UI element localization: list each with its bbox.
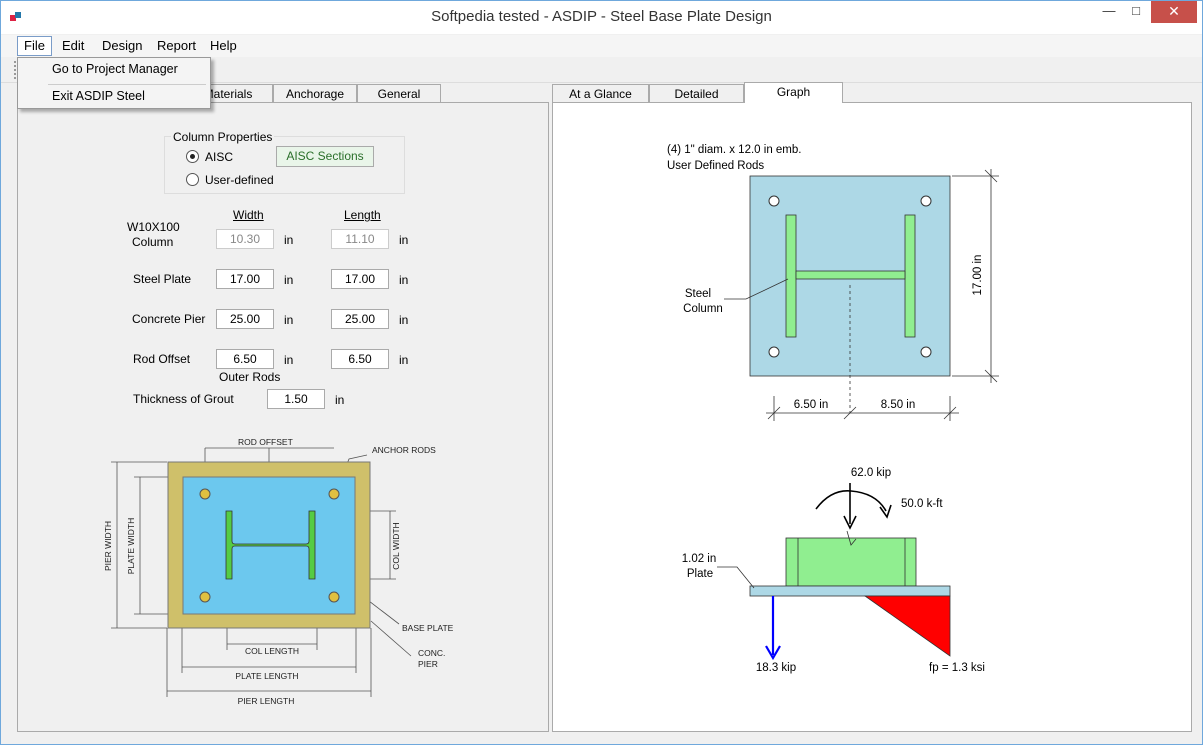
close-button[interactable]: ✕ bbox=[1151, 1, 1197, 23]
maximize-button[interactable]: □ bbox=[1123, 1, 1149, 23]
elevation-plate bbox=[749, 585, 951, 597]
steel-label: Steel bbox=[685, 288, 711, 300]
pier-length-field[interactable]: 25.00 bbox=[331, 309, 389, 329]
left-offset-dim: 6.50 in bbox=[794, 399, 829, 411]
graph-anchor-rod-icon bbox=[768, 195, 780, 207]
tab-at-a-glance[interactable]: At a Glance bbox=[552, 84, 649, 103]
width-header: Width bbox=[233, 208, 264, 222]
menu-item-exit[interactable]: Exit ASDIP Steel bbox=[52, 86, 145, 106]
steel-plate-label: Steel Plate bbox=[133, 272, 192, 286]
column-label: Column bbox=[683, 303, 723, 315]
concrete-pier-label: Concrete Pier bbox=[132, 312, 206, 326]
menu-separator bbox=[48, 84, 206, 85]
anchor-rod-icon bbox=[328, 488, 340, 500]
sketch-base-plate-label: BASE PLATE bbox=[402, 623, 454, 633]
outer-rods-label: Outer Rods bbox=[219, 370, 281, 384]
menu-design[interactable]: Design bbox=[96, 36, 148, 56]
menu-report[interactable]: Report bbox=[151, 36, 202, 56]
file-menu-dropdown: Go to Project Manager Exit ASDIP Steel bbox=[17, 57, 211, 109]
unit-label: in bbox=[399, 273, 409, 287]
axial-load-label: 62.0 kip bbox=[851, 467, 891, 479]
anchor-rod-icon bbox=[328, 591, 340, 603]
app-window: Softpedia tested - ASDIP - Steel Base Pl… bbox=[0, 0, 1203, 745]
plate-thickness-label: 1.02 in bbox=[682, 553, 717, 565]
title-bar: Softpedia tested - ASDIP - Steel Base Pl… bbox=[1, 1, 1202, 34]
unit-label: in bbox=[284, 273, 294, 287]
unit-label: in bbox=[284, 353, 294, 367]
right-offset-dim: 8.50 in bbox=[881, 399, 916, 411]
graph-view: (4) 1" diam. x 12.0 in emb. User Defined… bbox=[667, 144, 999, 674]
rod-offset-length-field[interactable]: 6.50 bbox=[331, 349, 389, 369]
tension-label: 18.3 kip bbox=[756, 662, 796, 674]
plate-height-dim: 17.00 in bbox=[972, 255, 984, 296]
sketch-pier-label: PIER bbox=[418, 659, 438, 669]
grout-thickness-label: Thickness of Grout bbox=[133, 392, 234, 406]
menu-bar: File Edit Design Report Help bbox=[1, 35, 1202, 57]
window-title: Softpedia tested - ASDIP - Steel Base Pl… bbox=[431, 8, 772, 25]
graph-column-web bbox=[795, 270, 906, 280]
tab-anchorage[interactable]: Anchorage bbox=[273, 84, 357, 103]
anchor-rod-icon bbox=[199, 488, 211, 500]
sketch-col-length-label: COL LENGTH bbox=[245, 646, 299, 656]
user-defined-radio[interactable] bbox=[186, 173, 199, 186]
rod-offset-width-field[interactable]: 6.50 bbox=[216, 349, 274, 369]
bearing-pressure-diagram bbox=[863, 595, 951, 657]
column-section-label: W10X100 bbox=[127, 220, 180, 234]
aisc-radio-label: AISC bbox=[205, 150, 234, 164]
unit-label: in bbox=[284, 233, 294, 247]
sketch-conc-label: CONC. bbox=[418, 648, 445, 658]
plate-length-field[interactable]: 17.00 bbox=[331, 269, 389, 289]
moment-label: 50.0 k-ft bbox=[901, 498, 943, 510]
bearing-pressure-label: fp = 1.3 ksi bbox=[929, 662, 985, 674]
plate-width-field[interactable]: 17.00 bbox=[216, 269, 274, 289]
rods-description: (4) 1" diam. x 12.0 in emb. bbox=[667, 144, 801, 156]
graph-column-flange bbox=[904, 214, 916, 338]
length-header: Length bbox=[344, 208, 381, 222]
unit-label: in bbox=[284, 313, 294, 327]
graph-anchor-rod-icon bbox=[920, 195, 932, 207]
aisc-radio[interactable] bbox=[186, 150, 199, 163]
minimize-button[interactable]: — bbox=[1096, 1, 1122, 23]
plate-label: Plate bbox=[687, 568, 713, 580]
column-width-field[interactable]: 10.30 bbox=[216, 229, 274, 249]
column-length-field[interactable]: 11.10 bbox=[331, 229, 389, 249]
tab-general[interactable]: General bbox=[357, 84, 441, 103]
aisc-sections-button[interactable]: AISC Sections bbox=[276, 146, 374, 167]
pier-width-field[interactable]: 25.00 bbox=[216, 309, 274, 329]
menu-item-project-manager[interactable]: Go to Project Manager bbox=[52, 59, 178, 79]
column-label: Column bbox=[132, 235, 174, 249]
sketch-rod-offset-label: ROD OFFSET bbox=[238, 437, 293, 447]
menu-edit[interactable]: Edit bbox=[56, 36, 90, 56]
menu-help[interactable]: Help bbox=[204, 36, 243, 56]
graph-column-flange bbox=[785, 214, 797, 338]
sketch-pier-length-label: PIER LENGTH bbox=[238, 696, 295, 706]
unit-label: in bbox=[399, 353, 409, 367]
unit-label: in bbox=[399, 313, 409, 327]
sketch-anchor-rods-label: ANCHOR RODS bbox=[372, 445, 436, 455]
graph-anchor-rod-icon bbox=[920, 346, 932, 358]
grout-thickness-field[interactable]: 1.50 bbox=[267, 389, 325, 409]
rod-offset-label: Rod Offset bbox=[133, 352, 191, 366]
user-defined-radio-label: User-defined bbox=[205, 173, 274, 187]
column-properties-title: Column Properties bbox=[171, 130, 275, 144]
rods-type: User Defined Rods bbox=[667, 160, 764, 172]
tab-detailed[interactable]: Detailed bbox=[649, 84, 744, 103]
sketch-plate-width-label: PLATE WIDTH bbox=[126, 518, 136, 575]
menu-file[interactable]: File bbox=[17, 36, 52, 56]
moment-arrow-icon bbox=[815, 490, 887, 512]
sketch-pier-width-label: PIER WIDTH bbox=[103, 521, 113, 571]
sketch-plate-length-label: PLATE LENGTH bbox=[235, 671, 298, 681]
anchor-rod-icon bbox=[199, 591, 211, 603]
base-plate-sketch: ROD OFFSET ANCHOR RODS PIER WIDTH PLATE … bbox=[103, 437, 454, 706]
graph-anchor-rod-icon bbox=[768, 346, 780, 358]
unit-label: in bbox=[335, 393, 345, 407]
sketch-col-width-label: COL WIDTH bbox=[391, 522, 401, 569]
tab-graph[interactable]: Graph bbox=[744, 82, 843, 103]
unit-label: in bbox=[399, 233, 409, 247]
